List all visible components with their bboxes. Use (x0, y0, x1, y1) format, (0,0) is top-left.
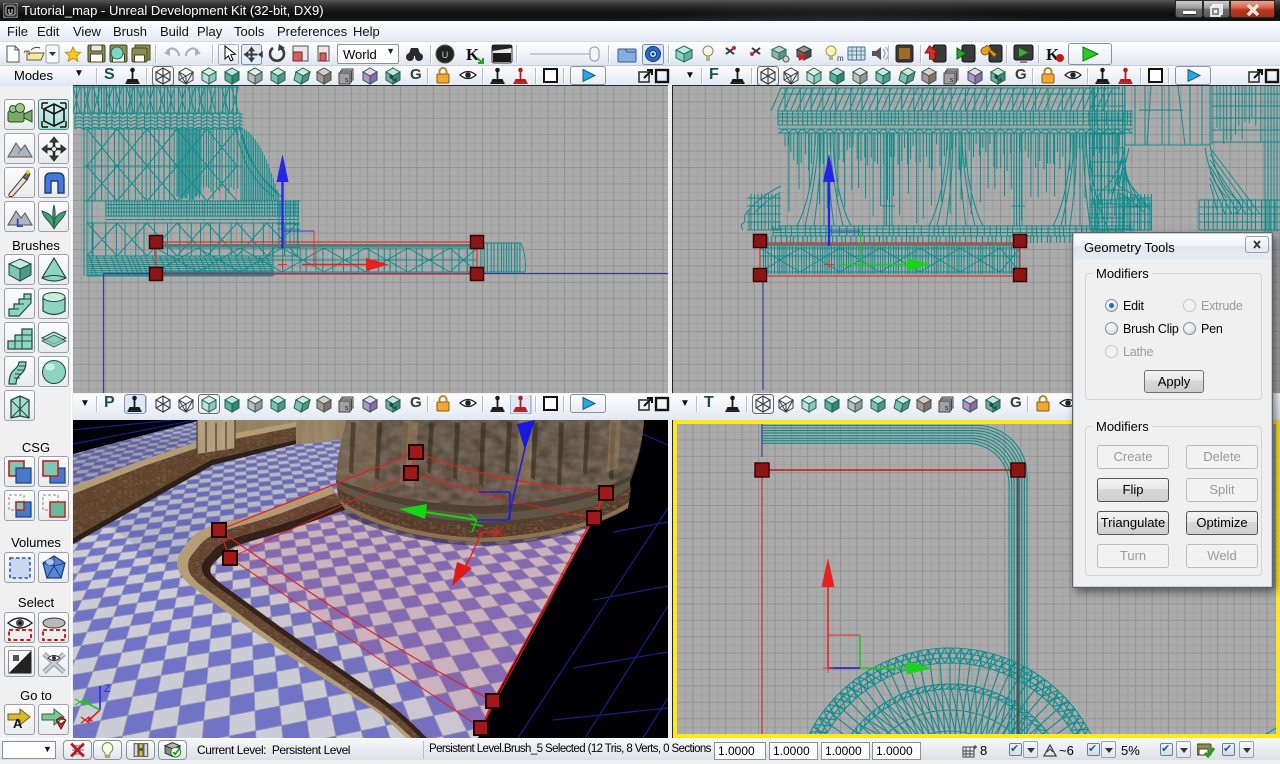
svg-text:U: U (442, 50, 449, 60)
svg-text:s: s (950, 77, 954, 84)
svg-text:A: A (13, 716, 23, 731)
svg-text:L: L (16, 216, 23, 230)
svg-text:s: s (945, 405, 949, 412)
svg-text:m: m (837, 54, 844, 63)
svg-text:U: U (8, 9, 13, 16)
svg-text:s: s (345, 77, 349, 84)
svg-text:Z: Z (104, 683, 111, 695)
svg-text:s: s (345, 405, 349, 412)
svg-text:K: K (466, 45, 480, 64)
